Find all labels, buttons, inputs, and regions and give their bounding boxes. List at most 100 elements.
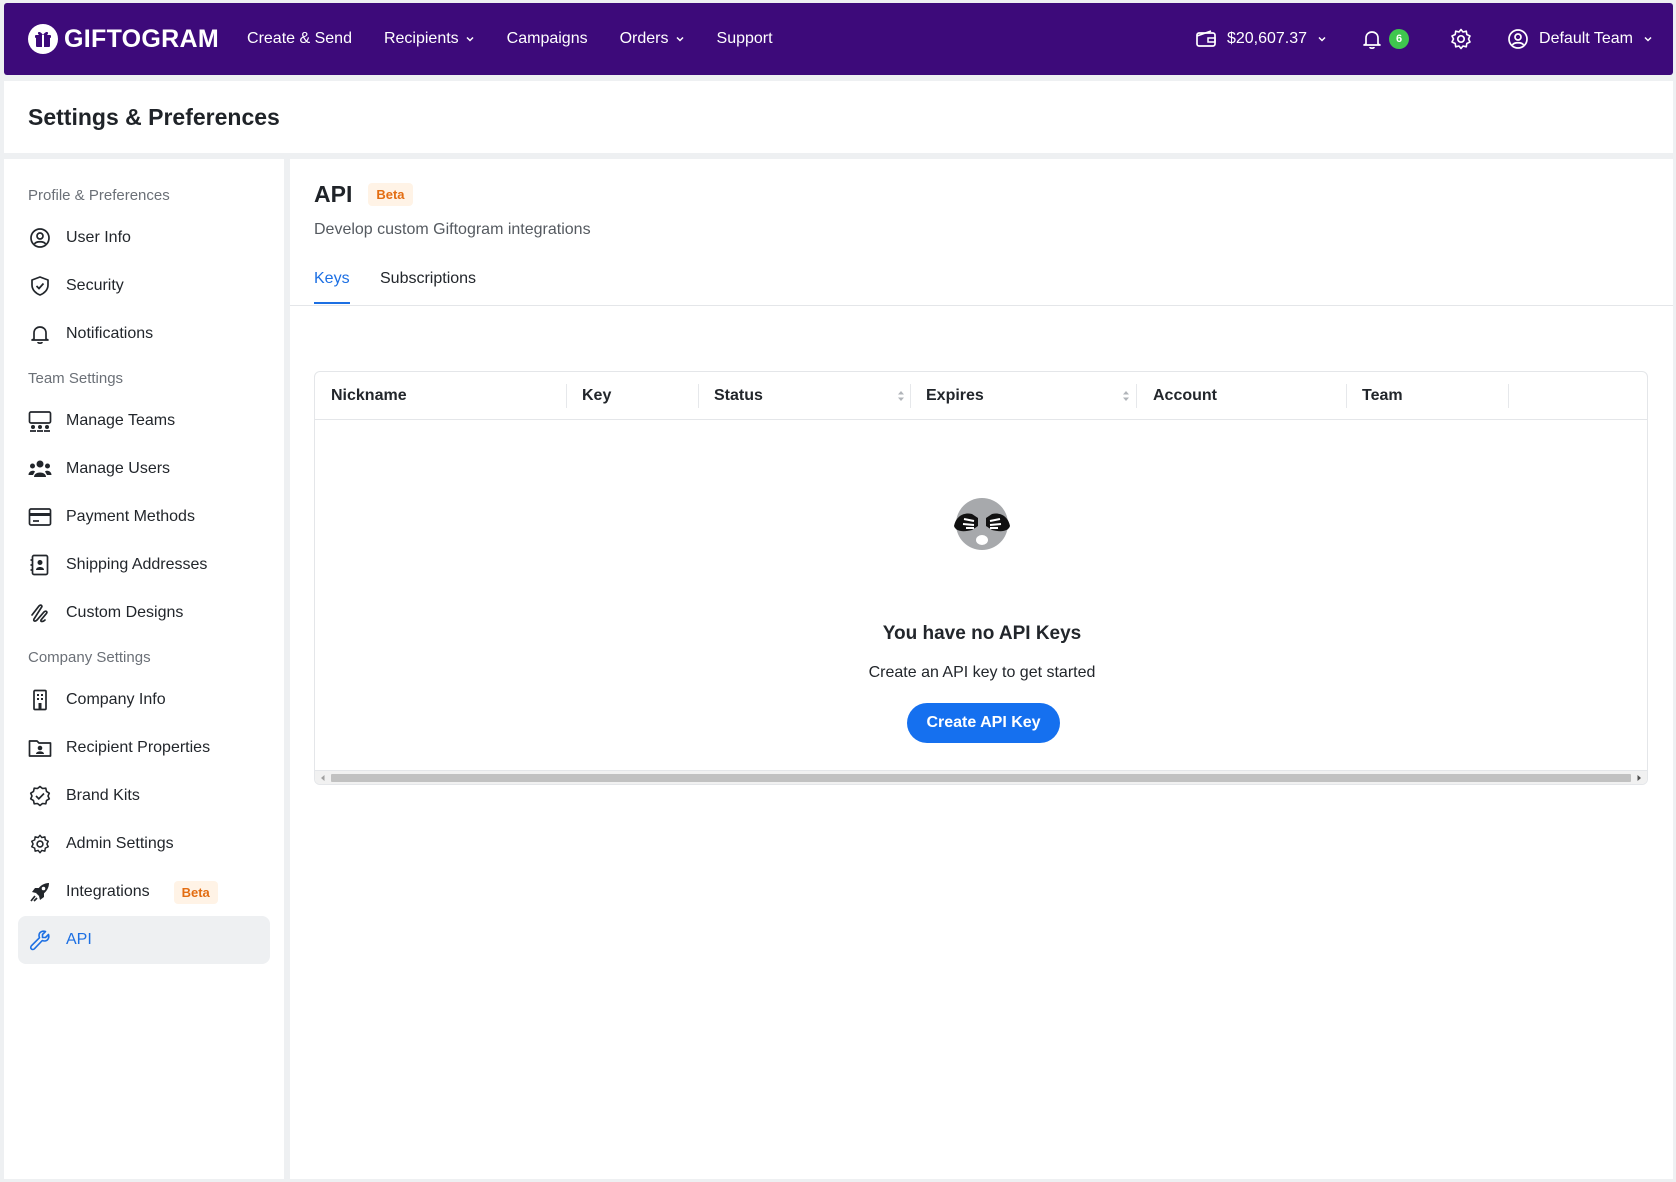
gift-logo-icon xyxy=(28,24,58,54)
sidebar-item-manage-teams[interactable]: Manage Teams xyxy=(18,397,270,445)
column-divider xyxy=(1346,384,1347,408)
empty-state: You have no API Keys Create an API key t… xyxy=(315,420,1647,760)
tab-keys[interactable]: Keys xyxy=(314,270,350,304)
user-circle-icon xyxy=(28,226,52,250)
sidebar-item-label: API xyxy=(66,931,92,948)
nav-campaigns[interactable]: Campaigns xyxy=(507,30,588,48)
chevron-down-icon xyxy=(466,36,474,42)
horizontal-scrollbar[interactable] xyxy=(315,770,1647,784)
nav-link-label: Recipients xyxy=(383,30,459,47)
scroll-right-arrow-icon[interactable] xyxy=(1635,774,1643,782)
notifications-button[interactable]: 6 xyxy=(1361,28,1410,50)
sidebar-section-title: Team Settings xyxy=(28,370,124,387)
settings-button[interactable] xyxy=(1449,27,1473,51)
sidebar-item-label: Manage Teams xyxy=(66,412,176,429)
column-divider xyxy=(566,384,567,408)
user-circle-icon xyxy=(1508,29,1528,49)
sidebar-section-title: Company Settings xyxy=(28,649,151,666)
column-divider xyxy=(910,384,911,408)
sidebar-item-label: Admin Settings xyxy=(66,835,174,852)
teams-icon xyxy=(28,409,52,433)
column-header-nickname: Nickname xyxy=(331,387,407,404)
brand-name: GIFTOGRAM xyxy=(64,24,220,53)
sort-icon[interactable] xyxy=(896,389,906,403)
column-divider xyxy=(1136,384,1137,408)
sidebar-item-label: Company Info xyxy=(66,691,166,708)
users-icon xyxy=(28,457,52,481)
column-header-status[interactable]: Status xyxy=(714,372,763,420)
column-header-account: Account xyxy=(1153,387,1217,404)
shield-check-icon xyxy=(28,274,52,298)
bell-icon xyxy=(28,322,52,346)
settings-sidebar: Profile & Preferences User Info Security… xyxy=(4,159,284,1179)
rocket-icon xyxy=(28,880,52,904)
team-name: Default Team xyxy=(1539,30,1633,47)
empty-state-subtitle: Create an API key to get started xyxy=(868,664,1096,681)
nav-link-label: Create & Send xyxy=(247,30,352,47)
tab-subscriptions[interactable]: Subscriptions xyxy=(380,270,476,302)
column-header-team: Team xyxy=(1362,387,1403,404)
sidebar-item-user-info[interactable]: User Info xyxy=(18,214,270,262)
gear-icon xyxy=(28,832,52,856)
sidebar-item-label: User Info xyxy=(66,229,131,246)
sidebar-item-api[interactable]: API xyxy=(18,916,270,964)
sidebar-item-label: Custom Designs xyxy=(66,604,184,621)
gear-icon xyxy=(1451,28,1471,50)
api-panel: API Beta Develop custom Giftogram integr… xyxy=(290,159,1673,1179)
folder-user-icon xyxy=(28,736,52,760)
sidebar-item-payment-methods[interactable]: Payment Methods xyxy=(18,493,270,541)
balance-dropdown[interactable]: $20,607.37 xyxy=(1195,28,1327,50)
chevron-down-icon xyxy=(675,36,684,42)
bell-icon xyxy=(1363,31,1381,49)
scroll-left-arrow-icon[interactable] xyxy=(319,774,327,782)
section-subtitle: Develop custom Giftogram integrations xyxy=(314,221,591,238)
team-switcher[interactable]: Default Team xyxy=(1507,28,1653,50)
api-tabs: Keys Subscriptions xyxy=(290,254,1673,306)
column-header-key: Key xyxy=(582,387,612,404)
column-header-expires[interactable]: Expires xyxy=(926,372,984,420)
sidebar-item-integrations[interactable]: Integrations Beta xyxy=(18,868,270,916)
wallet-icon xyxy=(1196,30,1216,47)
sidebar-item-security[interactable]: Security xyxy=(18,262,270,310)
beta-badge: Beta xyxy=(173,880,218,904)
sidebar-item-label: Security xyxy=(66,277,124,294)
chevron-down-icon xyxy=(1318,36,1326,42)
sidebar-item-manage-users[interactable]: Manage Users xyxy=(18,445,270,493)
building-icon xyxy=(28,688,52,712)
sidebar-item-custom-designs[interactable]: Custom Designs xyxy=(18,589,270,637)
scribble-icon xyxy=(28,601,52,625)
sidebar-item-label: Recipient Properties xyxy=(66,739,211,756)
sidebar-item-company-info[interactable]: Company Info xyxy=(18,676,270,724)
nav-orders[interactable]: Orders xyxy=(620,30,685,48)
address-book-icon xyxy=(28,553,52,577)
wrench-icon xyxy=(28,928,52,952)
page-title: Settings & Preferences xyxy=(28,103,280,130)
nav-link-label: Campaigns xyxy=(506,30,588,47)
scrollbar-thumb[interactable] xyxy=(331,774,1631,782)
table-header: Nickname Key Status Expires Account Team xyxy=(315,372,1647,420)
top-navbar: GIFTOGRAM Create & Send Recipients Campa… xyxy=(4,3,1673,75)
page-header: Settings & Preferences xyxy=(4,81,1673,153)
sidebar-item-label: Notifications xyxy=(66,325,154,342)
sidebar-item-recipient-properties[interactable]: Recipient Properties xyxy=(18,724,270,772)
sidebar-item-brand-kits[interactable]: Brand Kits xyxy=(18,772,270,820)
sidebar-item-label: Shipping Addresses xyxy=(66,556,208,573)
create-api-key-button[interactable]: Create API Key xyxy=(907,703,1060,743)
sidebar-item-admin-settings[interactable]: Admin Settings xyxy=(18,820,270,868)
nav-link-label: Orders xyxy=(619,30,669,47)
api-keys-table: Nickname Key Status Expires Account Team xyxy=(314,371,1648,785)
sidebar-item-notifications[interactable]: Notifications xyxy=(18,310,270,358)
sidebar-item-label: Manage Users xyxy=(66,460,171,477)
column-divider xyxy=(1508,384,1509,408)
sidebar-item-shipping-addresses[interactable]: Shipping Addresses xyxy=(18,541,270,589)
chevron-down-icon xyxy=(1644,36,1652,42)
sidebar-section-title: Profile & Preferences xyxy=(28,187,170,204)
nav-create-send[interactable]: Create & Send xyxy=(247,30,352,48)
brand-logo[interactable]: GIFTOGRAM xyxy=(28,24,219,54)
nav-recipients[interactable]: Recipients xyxy=(384,30,475,48)
sidebar-item-label: Payment Methods xyxy=(66,508,195,525)
nav-support[interactable]: Support xyxy=(717,30,773,48)
sort-icon[interactable] xyxy=(1121,389,1131,403)
sidebar-item-label: Brand Kits xyxy=(66,787,140,804)
see-no-evil-icon xyxy=(954,498,1010,550)
